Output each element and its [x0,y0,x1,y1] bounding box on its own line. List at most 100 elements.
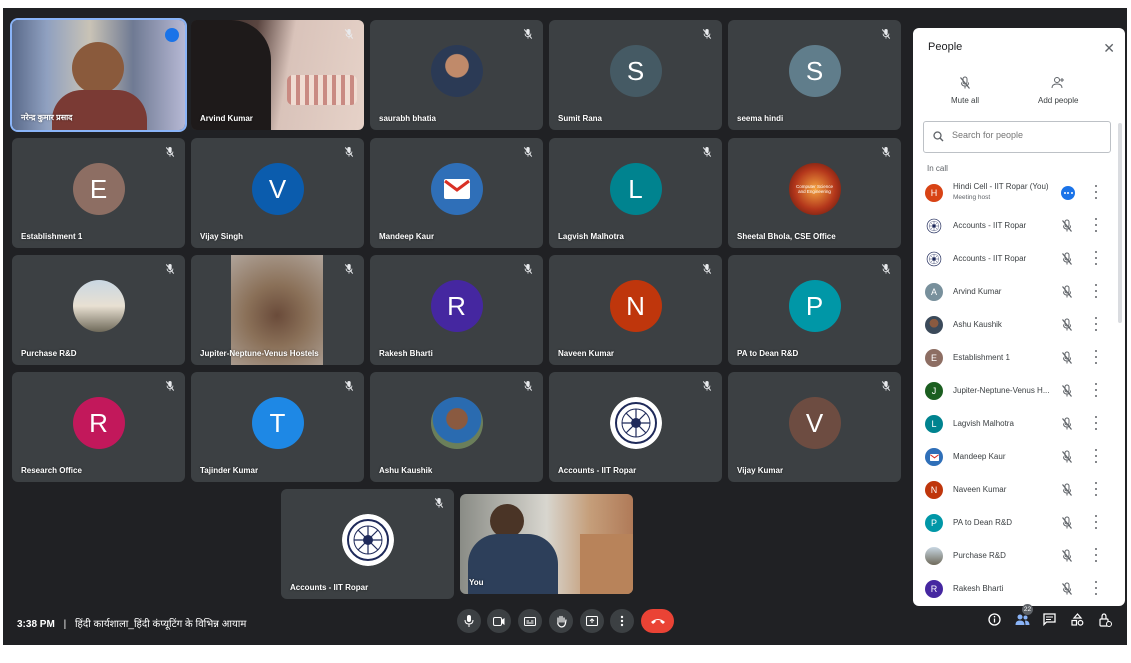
present-button[interactable] [580,609,604,633]
raise-hand-icon [556,615,567,628]
avatar: N [925,481,943,499]
list-item[interactable]: R Rakesh Bharti [913,572,1125,605]
avatar [72,280,125,332]
mic-off-icon[interactable] [1061,318,1073,332]
info-icon[interactable] [988,613,1001,626]
participant-tile[interactable]: N Naveen Kumar [549,255,722,365]
host-controls-icon[interactable] [1099,613,1112,627]
person-role: Meeting host [953,194,991,201]
more-options-icon[interactable] [1091,416,1101,430]
more-options-icon[interactable] [1091,251,1101,265]
self-view-tile[interactable]: You [460,494,633,594]
list-item[interactable]: J Jupiter-Neptune-Venus H... [913,374,1125,407]
mic-icon [464,615,474,627]
mute-all-label: Mute all [951,96,980,105]
list-item[interactable]: P PA to Dean R&D [913,506,1125,539]
list-item[interactable]: Accounts - IIT Ropar [913,242,1125,275]
captions-button[interactable] [518,609,542,633]
avatar: R [430,280,483,332]
more-options-icon[interactable] [1091,218,1101,232]
more-options-icon[interactable] [1091,482,1101,496]
more-options-icon[interactable] [1091,284,1101,298]
mic-off-icon[interactable] [1061,450,1073,464]
participant-tile[interactable]: नरेन्द्र कुमार प्रसाद [12,20,185,130]
mic-off-icon[interactable] [1061,219,1073,233]
person-name: Naveen Kumar [953,485,1007,494]
add-people-button[interactable]: Add people [1038,76,1078,105]
participant-name: Research Office [21,466,82,475]
participant-tile[interactable]: Jupiter-Neptune-Venus Hostels [191,255,364,365]
more-options-icon[interactable] [1091,317,1101,331]
meeting-stage: नरेन्द्र कुमार प्रसाद Arvind Kumar saura… [3,8,1127,645]
list-item[interactable]: H Hindi Cell - IIT Ropar (You) Meeting h… [913,176,1125,209]
avatar: J [925,382,943,400]
close-icon[interactable]: ✕ [1103,40,1115,57]
mic-off-icon [344,28,354,40]
more-options-icon[interactable] [1091,581,1101,595]
camera-button[interactable] [487,609,511,633]
participant-tile[interactable]: S seema hindi [728,20,901,130]
list-item[interactable]: Ashu Kaushik [913,308,1125,341]
participant-tile[interactable]: R Research Office [12,372,185,482]
list-item[interactable]: L Lagvish Malhotra [913,407,1125,440]
list-item[interactable]: A Arvind Kumar [913,275,1125,308]
participant-tile[interactable]: V Vijay Singh [191,138,364,248]
mic-off-icon[interactable] [1061,252,1073,266]
mute-all-button[interactable]: Mute all [951,76,979,105]
participant-tile[interactable]: Mandeep Kaur [370,138,543,248]
chat-icon[interactable] [1043,613,1056,626]
list-item[interactable]: Accounts - IIT Ropar [913,209,1125,242]
search-input[interactable] [950,129,1104,141]
participant-tile[interactable]: Ashu Kaushik [370,372,543,482]
mic-off-icon[interactable] [1061,582,1073,596]
mic-off-icon[interactable] [1061,417,1073,431]
list-item[interactable]: E Establishment 1 [913,341,1125,374]
participant-tile[interactable]: Accounts - IIT Ropar [549,372,722,482]
mic-off-icon[interactable] [1061,549,1073,563]
participant-tile[interactable]: Computer Science and Engineering Sheetal… [728,138,901,248]
mic-off-icon[interactable] [1061,351,1073,365]
mic-off-icon[interactable] [1061,516,1073,530]
person-name: Establishment 1 [953,353,1010,362]
list-item[interactable]: Mandeep Kaur [913,440,1125,473]
mic-off-icon [344,380,354,392]
activities-icon[interactable] [1071,613,1084,626]
more-options-icon[interactable] [1091,383,1101,397]
mic-off-icon[interactable] [1061,483,1073,497]
end-call-button[interactable] [641,609,674,633]
more-options-icon[interactable] [1091,185,1101,199]
list-item[interactable]: Purchase R&D [913,539,1125,572]
participant-tile[interactable]: Arvind Kumar [191,20,364,130]
participant-tile[interactable]: L Lagvish Malhotra [549,138,722,248]
search-field[interactable] [923,121,1111,153]
participant-tile[interactable]: E Establishment 1 [12,138,185,248]
mic-off-icon[interactable] [1061,384,1073,398]
more-options-button[interactable] [610,609,634,633]
participant-tile[interactable]: V Vijay Kumar [728,372,901,482]
list-item[interactable]: N Naveen Kumar [913,473,1125,506]
mic-button[interactable] [457,609,481,633]
more-options-icon[interactable] [1091,350,1101,364]
participant-tile[interactable]: Purchase R&D [12,255,185,365]
participant-tile[interactable]: T Tajinder Kumar [191,372,364,482]
avatar [925,547,943,565]
more-options-icon[interactable] [1091,515,1101,529]
person-name: Mandeep Kaur [953,452,1006,461]
person-name: Rakesh Bharti [953,584,1004,593]
more-options-icon[interactable] [1091,548,1101,562]
avatar [925,316,943,334]
participant-name: Accounts - IIT Ropar [558,466,637,475]
participant-tile[interactable]: S Sumit Rana [549,20,722,130]
more-icon[interactable] [1061,186,1075,200]
participant-tile[interactable]: R Rakesh Bharti [370,255,543,365]
avatar: A [925,283,943,301]
more-options-icon[interactable] [1091,449,1101,463]
participant-tile[interactable]: P PA to Dean R&D [728,255,901,365]
participant-name: Purchase R&D [21,349,77,358]
participant-tile[interactable]: saurabh bhatia [370,20,543,130]
raise-hand-button[interactable] [549,609,573,633]
participant-name: Tajinder Kumar [200,466,259,475]
participant-tile[interactable]: Accounts - IIT Ropar [281,489,454,599]
mic-off-icon[interactable] [1061,285,1073,299]
avatar: L [925,415,943,433]
